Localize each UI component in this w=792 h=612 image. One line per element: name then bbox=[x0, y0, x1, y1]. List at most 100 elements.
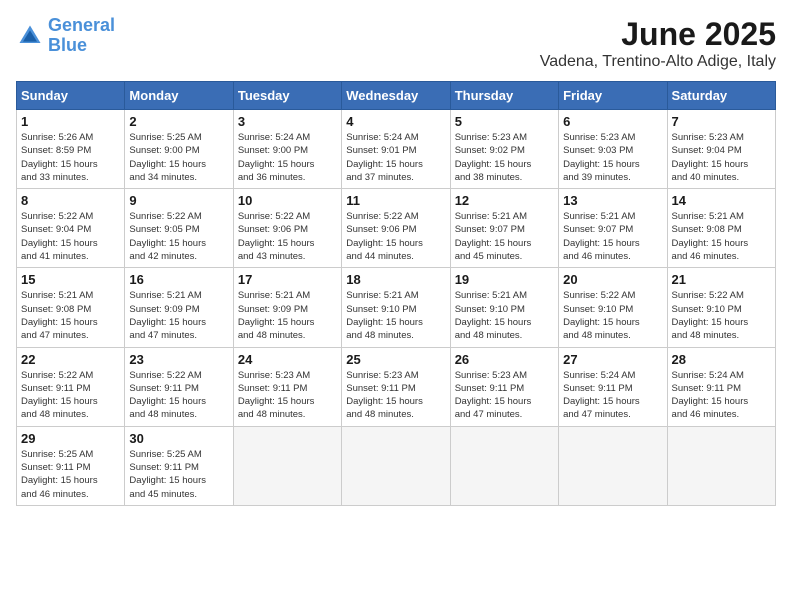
calendar-cell bbox=[559, 426, 667, 505]
calendar-cell: 25 Sunrise: 5:23 AMSunset: 9:11 PMDayligh… bbox=[342, 347, 450, 426]
day-info: Sunrise: 5:21 AMSunset: 9:08 PMDaylight:… bbox=[21, 289, 120, 342]
day-number: 7 bbox=[672, 114, 771, 129]
calendar-cell: 11Sunrise: 5:22 AMSunset: 9:06 PMDayligh… bbox=[342, 189, 450, 268]
calendar-cell: 9 Sunrise: 5:22 AMSunset: 9:05 PMDaylight… bbox=[125, 189, 233, 268]
day-info: Sunrise: 5:23 AMSunset: 9:04 PMDaylight:… bbox=[672, 131, 771, 184]
logo: General Blue bbox=[16, 16, 115, 56]
day-info: Sunrise: 5:21 AMSunset: 9:08 PMDaylight:… bbox=[672, 210, 771, 263]
logo-line1: General bbox=[48, 15, 115, 35]
calendar-cell: 16Sunrise: 5:21 AMSunset: 9:09 PMDayligh… bbox=[125, 268, 233, 347]
logo-icon bbox=[16, 22, 44, 50]
calendar-cell: 3 Sunrise: 5:24 AMSunset: 9:00 PMDaylight… bbox=[233, 110, 341, 189]
day-info: Sunrise: 5:22 AMSunset: 9:10 PMDaylight:… bbox=[672, 289, 771, 342]
day-info: Sunrise: 5:22 AMSunset: 9:06 PMDaylight:… bbox=[238, 210, 337, 263]
day-number: 12 bbox=[455, 193, 554, 208]
day-info: Sunrise: 5:21 AMSunset: 9:07 PMDaylight:… bbox=[563, 210, 662, 263]
day-number: 23 bbox=[129, 352, 228, 367]
day-info: Sunrise: 5:21 AMSunset: 9:09 PMDaylight:… bbox=[238, 289, 337, 342]
column-header-wednesday: Wednesday bbox=[342, 82, 450, 110]
column-header-friday: Friday bbox=[559, 82, 667, 110]
calendar-week-row: 8Sunrise: 5:22 AMSunset: 9:04 PMDaylight… bbox=[17, 189, 776, 268]
day-info: Sunrise: 5:24 AMSunset: 9:11 PMDaylight:… bbox=[563, 369, 662, 422]
day-info: Sunrise: 5:23 AMSunset: 9:11 PMDaylight:… bbox=[238, 369, 337, 422]
calendar-cell: 18 Sunrise: 5:21 AMSunset: 9:10 PMDayligh… bbox=[342, 268, 450, 347]
calendar-week-row: 29 Sunrise: 5:25 AMSunset: 9:11 PMDayligh… bbox=[17, 426, 776, 505]
column-header-saturday: Saturday bbox=[667, 82, 775, 110]
day-number: 25 bbox=[346, 352, 445, 367]
day-number: 29 bbox=[21, 431, 120, 446]
day-number: 19 bbox=[455, 272, 554, 287]
day-number: 24 bbox=[238, 352, 337, 367]
day-number: 14 bbox=[672, 193, 771, 208]
calendar-cell: 1 Sunrise: 5:26 AMSunset: 8:59 PMDaylight… bbox=[17, 110, 125, 189]
day-info: Sunrise: 5:21 AMSunset: 9:09 PMDaylight:… bbox=[129, 289, 228, 342]
calendar-cell: 19 Sunrise: 5:21 AMSunset: 9:10 PMDayligh… bbox=[450, 268, 558, 347]
calendar-cell bbox=[667, 426, 775, 505]
calendar-cell: 21 Sunrise: 5:22 AMSunset: 9:10 PMDayligh… bbox=[667, 268, 775, 347]
calendar-cell: 7 Sunrise: 5:23 AMSunset: 9:04 PMDaylight… bbox=[667, 110, 775, 189]
day-number: 2 bbox=[129, 114, 228, 129]
column-header-tuesday: Tuesday bbox=[233, 82, 341, 110]
month-title: June 2025 bbox=[540, 16, 776, 53]
day-info: Sunrise: 5:23 AMSunset: 9:02 PMDaylight:… bbox=[455, 131, 554, 184]
day-info: Sunrise: 5:24 AMSunset: 9:00 PMDaylight:… bbox=[238, 131, 337, 184]
day-info: Sunrise: 5:22 AMSunset: 9:10 PMDaylight:… bbox=[563, 289, 662, 342]
column-header-sunday: Sunday bbox=[17, 82, 125, 110]
calendar-cell bbox=[233, 426, 341, 505]
calendar-cell bbox=[342, 426, 450, 505]
calendar-week-row: 1 Sunrise: 5:26 AMSunset: 8:59 PMDaylight… bbox=[17, 110, 776, 189]
day-info: Sunrise: 5:22 AMSunset: 9:04 PMDaylight:… bbox=[21, 210, 120, 263]
day-number: 6 bbox=[563, 114, 662, 129]
day-info: Sunrise: 5:21 AMSunset: 9:10 PMDaylight:… bbox=[455, 289, 554, 342]
calendar-cell: 10 Sunrise: 5:22 AMSunset: 9:06 PMDayligh… bbox=[233, 189, 341, 268]
day-info: Sunrise: 5:24 AMSunset: 9:11 PMDaylight:… bbox=[672, 369, 771, 422]
calendar-cell: 22 Sunrise: 5:22 AMSunset: 9:11 PMDayligh… bbox=[17, 347, 125, 426]
calendar-cell: 14 Sunrise: 5:21 AMSunset: 9:08 PMDayligh… bbox=[667, 189, 775, 268]
day-info: Sunrise: 5:22 AMSunset: 9:11 PMDaylight:… bbox=[21, 369, 120, 422]
calendar-cell bbox=[450, 426, 558, 505]
column-header-thursday: Thursday bbox=[450, 82, 558, 110]
day-info: Sunrise: 5:23 AMSunset: 9:03 PMDaylight:… bbox=[563, 131, 662, 184]
day-number: 3 bbox=[238, 114, 337, 129]
day-number: 30 bbox=[129, 431, 228, 446]
day-info: Sunrise: 5:26 AMSunset: 8:59 PMDaylight:… bbox=[21, 131, 120, 184]
calendar-cell: 23 Sunrise: 5:22 AMSunset: 9:11 PMDayligh… bbox=[125, 347, 233, 426]
day-number: 17 bbox=[238, 272, 337, 287]
calendar-week-row: 22 Sunrise: 5:22 AMSunset: 9:11 PMDayligh… bbox=[17, 347, 776, 426]
day-number: 26 bbox=[455, 352, 554, 367]
day-number: 4 bbox=[346, 114, 445, 129]
calendar: SundayMondayTuesdayWednesdayThursdayFrid… bbox=[16, 81, 776, 506]
day-number: 22 bbox=[21, 352, 120, 367]
day-info: Sunrise: 5:21 AMSunset: 9:10 PMDaylight:… bbox=[346, 289, 445, 342]
day-number: 18 bbox=[346, 272, 445, 287]
calendar-cell: 8Sunrise: 5:22 AMSunset: 9:04 PMDaylight… bbox=[17, 189, 125, 268]
day-number: 11 bbox=[346, 193, 445, 208]
day-info: Sunrise: 5:23 AMSunset: 9:11 PMDaylight:… bbox=[346, 369, 445, 422]
day-number: 21 bbox=[672, 272, 771, 287]
calendar-cell: 2 Sunrise: 5:25 AMSunset: 9:00 PMDaylight… bbox=[125, 110, 233, 189]
logo-line2: Blue bbox=[48, 35, 87, 55]
calendar-week-row: 15Sunrise: 5:21 AMSunset: 9:08 PMDayligh… bbox=[17, 268, 776, 347]
day-number: 27 bbox=[563, 352, 662, 367]
calendar-header-row: SundayMondayTuesdayWednesdayThursdayFrid… bbox=[17, 82, 776, 110]
day-number: 10 bbox=[238, 193, 337, 208]
day-info: Sunrise: 5:21 AMSunset: 9:07 PMDaylight:… bbox=[455, 210, 554, 263]
day-info: Sunrise: 5:25 AMSunset: 9:11 PMDaylight:… bbox=[129, 448, 228, 501]
title-section: June 2025 Vadena, Trentino-Alto Adige, I… bbox=[540, 16, 776, 71]
day-number: 9 bbox=[129, 193, 228, 208]
day-number: 13 bbox=[563, 193, 662, 208]
page-header: General Blue June 2025 Vadena, Trentino-… bbox=[16, 16, 776, 71]
day-info: Sunrise: 5:22 AMSunset: 9:11 PMDaylight:… bbox=[129, 369, 228, 422]
day-info: Sunrise: 5:22 AMSunset: 9:05 PMDaylight:… bbox=[129, 210, 228, 263]
location-title: Vadena, Trentino-Alto Adige, Italy bbox=[540, 53, 776, 71]
calendar-cell: 30 Sunrise: 5:25 AMSunset: 9:11 PMDayligh… bbox=[125, 426, 233, 505]
calendar-cell: 27 Sunrise: 5:24 AMSunset: 9:11 PMDayligh… bbox=[559, 347, 667, 426]
column-header-monday: Monday bbox=[125, 82, 233, 110]
calendar-cell: 29 Sunrise: 5:25 AMSunset: 9:11 PMDayligh… bbox=[17, 426, 125, 505]
day-info: Sunrise: 5:25 AMSunset: 9:00 PMDaylight:… bbox=[129, 131, 228, 184]
day-number: 1 bbox=[21, 114, 120, 129]
day-info: Sunrise: 5:25 AMSunset: 9:11 PMDaylight:… bbox=[21, 448, 120, 501]
day-info: Sunrise: 5:24 AMSunset: 9:01 PMDaylight:… bbox=[346, 131, 445, 184]
calendar-cell: 24 Sunrise: 5:23 AMSunset: 9:11 PMDayligh… bbox=[233, 347, 341, 426]
calendar-cell: 28Sunrise: 5:24 AMSunset: 9:11 PMDayligh… bbox=[667, 347, 775, 426]
